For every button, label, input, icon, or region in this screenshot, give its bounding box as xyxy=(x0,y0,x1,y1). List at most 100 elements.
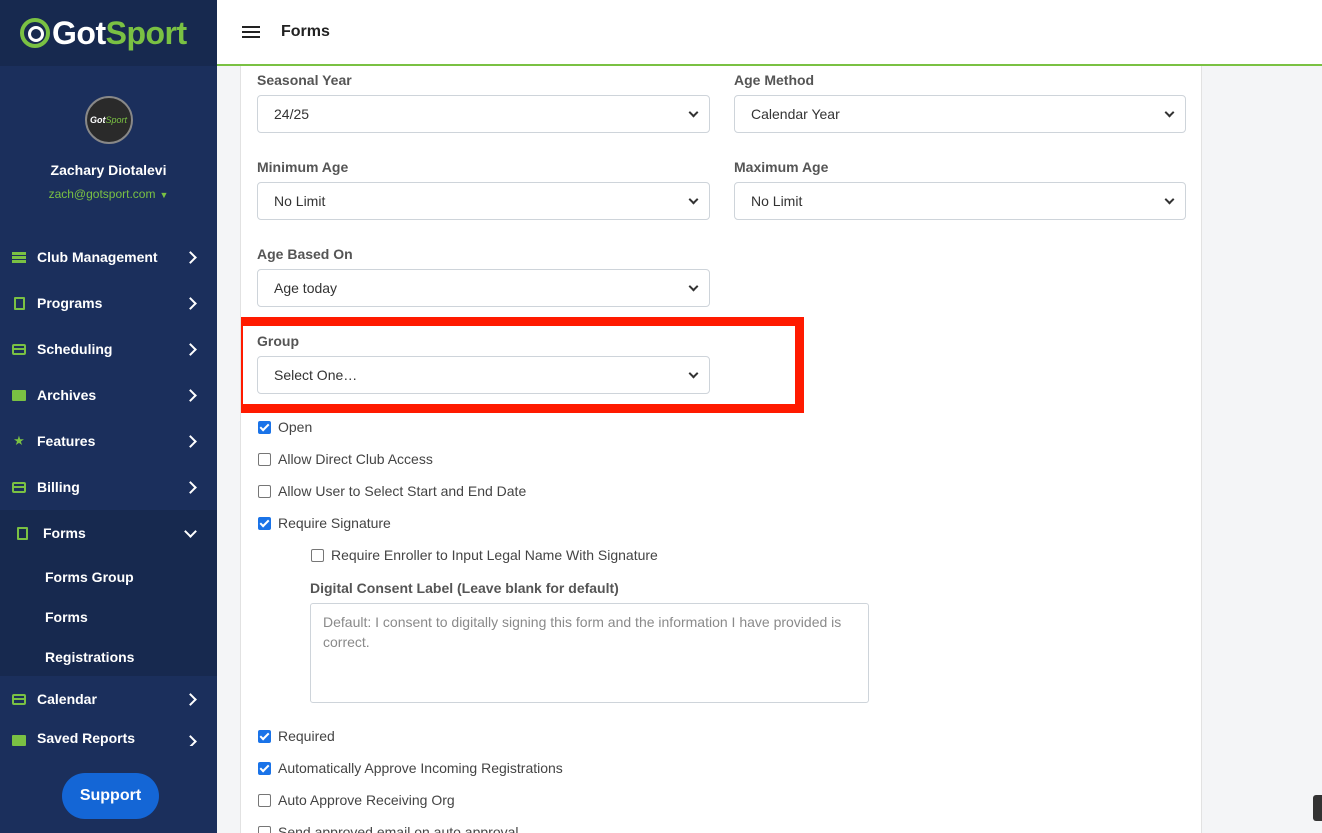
digital-consent-placeholder: Default: I consent to digitally signing … xyxy=(323,614,842,650)
submenu-item-registrations[interactable]: Registrations xyxy=(45,649,134,665)
avatar-text-got: Got xyxy=(89,115,106,125)
forms-submenu: Forms Group Forms Registrations xyxy=(0,556,217,676)
require-signature-checkbox[interactable] xyxy=(258,516,271,530)
auto-approve-checkbox[interactable] xyxy=(258,761,271,775)
allow-direct-club-access-checkbox[interactable] xyxy=(258,452,271,466)
avatar-text-sport: Sport xyxy=(105,115,127,125)
group-label: Group xyxy=(257,333,299,349)
age-based-on-label: Age Based On xyxy=(257,246,353,262)
file-icon xyxy=(15,526,29,540)
sidebar-item-billing[interactable]: Billing xyxy=(0,464,217,510)
top-bar: Forms xyxy=(217,0,1322,66)
sidebar-item-programs[interactable]: Programs xyxy=(0,280,217,326)
sidebar-item-forms[interactable]: Forms xyxy=(0,510,217,556)
chevron-right-icon xyxy=(184,692,197,706)
sidebar-item-calendar[interactable]: Calendar xyxy=(0,676,217,722)
sidebar-item-archives[interactable]: Archives xyxy=(0,372,217,418)
send-approved-email-label: Send approved email on auto approval xyxy=(278,824,519,833)
sidebar-item-features[interactable]: ★ Features xyxy=(0,418,217,464)
chevron-right-icon xyxy=(184,388,197,402)
seasonal-year-label: Seasonal Year xyxy=(257,72,352,88)
report-icon xyxy=(12,734,26,746)
maximum-age-select[interactable]: No Limit xyxy=(734,182,1186,220)
support-button[interactable]: Support xyxy=(62,773,159,819)
profile-name: Zachary Diotalevi xyxy=(50,162,167,178)
form-card: Seasonal Year 24/25 Age Method Calendar … xyxy=(240,66,1202,833)
seasonal-year-select[interactable]: 24/25 xyxy=(257,95,710,133)
auto-approve-receiving-org-row[interactable]: Auto Approve Receiving Org xyxy=(258,792,455,808)
open-checkbox[interactable] xyxy=(258,420,271,434)
chevron-right-icon xyxy=(184,296,197,310)
submenu-item-forms-group[interactable]: Forms Group xyxy=(45,569,134,585)
sidebar-item-label: Calendar xyxy=(37,691,97,707)
send-approved-email-checkbox[interactable] xyxy=(258,825,271,833)
age-method-select[interactable]: Calendar Year xyxy=(734,95,1186,133)
scrollbar-handle[interactable] xyxy=(1313,795,1322,821)
require-signature-row[interactable]: Require Signature xyxy=(258,515,391,531)
brand-sport: Sport xyxy=(105,14,188,51)
allow-direct-club-access-label: Allow Direct Club Access xyxy=(278,451,433,467)
maximum-age-value: No Limit xyxy=(751,193,803,209)
seasonal-year-value: 24/25 xyxy=(274,106,310,122)
require-legal-name-checkbox[interactable] xyxy=(311,548,324,562)
maximum-age-label: Maximum Age xyxy=(734,159,829,175)
auto-approve-receiving-org-checkbox[interactable] xyxy=(258,793,271,807)
sidebar-item-label: Features xyxy=(37,433,96,449)
age-method-value: Calendar Year xyxy=(751,106,840,122)
allow-select-dates-checkbox[interactable] xyxy=(258,484,271,498)
sidebar-item-scheduling[interactable]: Scheduling xyxy=(0,326,217,372)
require-signature-label: Require Signature xyxy=(278,515,391,531)
auto-approve-row[interactable]: Automatically Approve Incoming Registrat… xyxy=(258,760,563,776)
profile-email-dropdown[interactable]: zach@gotsport.com ▼ xyxy=(0,187,217,201)
minimum-age-value: No Limit xyxy=(274,193,326,209)
allow-direct-club-access-row[interactable]: Allow Direct Club Access xyxy=(258,451,433,467)
minimum-age-label: Minimum Age xyxy=(257,159,349,175)
list-icon xyxy=(12,343,26,355)
chevron-right-icon xyxy=(184,735,197,746)
require-legal-name-row[interactable]: Require Enroller to Input Legal Name Wit… xyxy=(311,547,658,563)
chevron-down-icon xyxy=(688,281,699,292)
minimum-age-select[interactable]: No Limit xyxy=(257,182,710,220)
sidebar-item-saved-reports[interactable]: Saved Reports xyxy=(0,722,217,746)
sidebar-item-label: Saved Reports xyxy=(37,730,136,746)
required-row[interactable]: Required xyxy=(258,728,335,744)
chevron-down-icon xyxy=(1164,107,1175,118)
required-label: Required xyxy=(278,728,335,744)
page-title: Forms xyxy=(281,23,330,40)
auto-approve-label: Automatically Approve Incoming Registrat… xyxy=(278,760,563,776)
group-select[interactable]: Select One… xyxy=(257,356,710,394)
sidebar-item-label: Archives xyxy=(37,387,97,403)
digital-consent-label: Digital Consent Label (Leave blank for d… xyxy=(310,580,619,596)
sidebar: GotSport Got Sport Zachary Diotalevi zach… xyxy=(0,0,217,833)
chevron-down-icon xyxy=(688,368,699,379)
profile-email: zach@gotsport.com xyxy=(48,187,156,201)
chevron-down-icon xyxy=(1164,194,1175,205)
submenu-item-forms[interactable]: Forms xyxy=(45,609,88,625)
page-background xyxy=(1203,66,1322,833)
age-method-label: Age Method xyxy=(734,72,815,88)
age-based-on-select[interactable]: Age today xyxy=(257,269,710,307)
allow-select-dates-row[interactable]: Allow User to Select Start and End Date xyxy=(258,483,526,499)
age-based-on-value: Age today xyxy=(274,280,338,296)
open-checkbox-row[interactable]: Open xyxy=(258,419,312,435)
brand-got: Got xyxy=(52,14,106,51)
chevron-right-icon xyxy=(184,250,197,264)
chevron-down-icon xyxy=(184,524,197,538)
sidebar-item-label: Club Management xyxy=(37,249,158,265)
brand-logo[interactable]: GotSport xyxy=(0,0,217,66)
sidebar-item-label: Scheduling xyxy=(37,341,113,357)
archive-icon xyxy=(12,389,26,401)
server-icon xyxy=(12,251,26,263)
sidebar-item-label: Billing xyxy=(37,479,80,495)
digital-consent-textarea[interactable]: Default: I consent to digitally signing … xyxy=(310,603,869,703)
chevron-right-icon xyxy=(184,434,197,448)
chevron-right-icon xyxy=(184,342,197,356)
avatar[interactable]: Got Sport xyxy=(84,96,133,144)
required-checkbox[interactable] xyxy=(258,729,271,743)
gotsport-logo-icon xyxy=(20,18,50,48)
open-checkbox-label: Open xyxy=(278,419,313,435)
sidebar-item-club-management[interactable]: Club Management xyxy=(0,234,217,280)
send-approved-email-row[interactable]: Send approved email on auto approval xyxy=(258,824,519,833)
hamburger-menu-icon[interactable] xyxy=(242,26,260,38)
chevron-down-icon xyxy=(688,194,699,205)
